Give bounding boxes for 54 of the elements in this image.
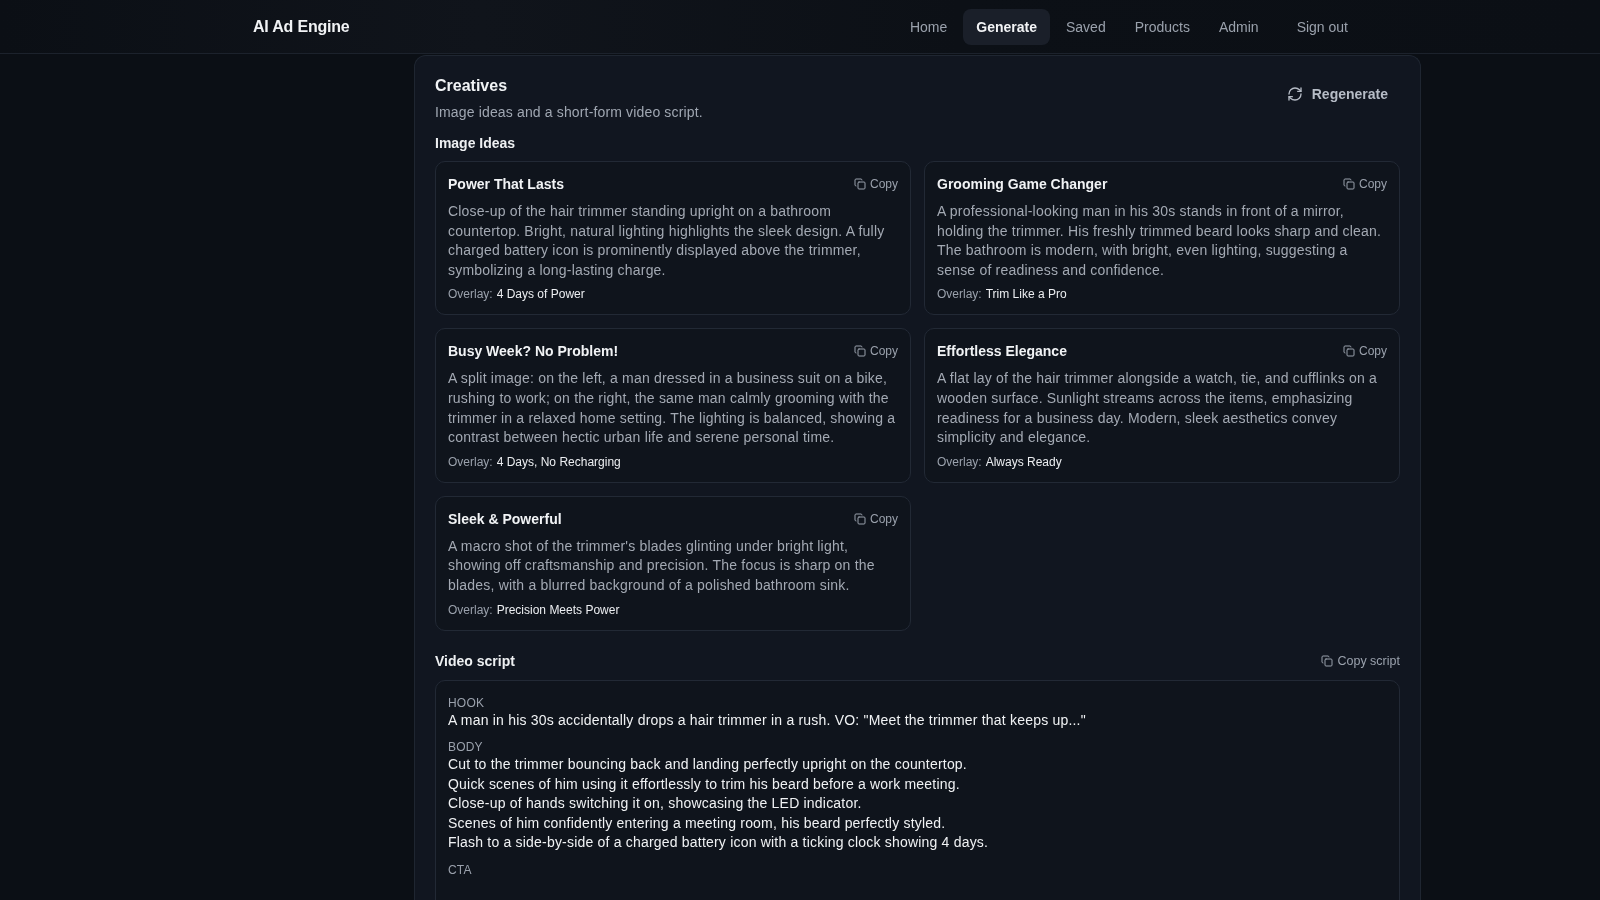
panel-title: Creatives — [435, 76, 509, 96]
idea-description: A split image: on the left, a man dressed in a business suit on a bike, rushing to work; on the right, the same man calmly grooming with the trimmer in a relaxed home setting. The lighting is balanced, showing a contrast between hectic urban life and serene personal time. — [448, 369, 897, 448]
copy-button[interactable]: Copy — [1343, 176, 1387, 192]
overlay-label: Overlay: — [937, 453, 982, 470]
copy-button[interactable]: Copy — [1343, 343, 1387, 360]
script-line: Close-up of hands switching it on, showcasing the LED indicator. — [448, 794, 863, 814]
overlay-label: Overlay: — [448, 286, 493, 303]
nav-link[interactable]: Admin — [1205, 8, 1272, 45]
idea-description: A flat lay of the hair trimmer alongside a watch, tie, and cufflinks on a wooden surface. Sunlight streams across the items, emphasizing readiness for a business day. Modern, sleek aesthetics convey simplicity and elegance. — [937, 369, 1378, 448]
script-line: Scenes of him confidently entering a meeting room, his beard perfectly styled. — [448, 813, 947, 833]
script-section-label: HOOK — [448, 694, 486, 711]
idea-description: A macro shot of the trimmer's blades glinting under bright light, showing off craftsmanship and precision. The focus is sharp on the blades, with a blurred background of a polished bathroom sink. — [448, 536, 876, 595]
copy-icon — [854, 178, 866, 190]
overlay-text: 4 Days, No Recharging — [496, 453, 621, 470]
brand-name: AI Ad Engine — [253, 17, 350, 36]
nav-link[interactable]: Home — [896, 8, 961, 45]
copy-button[interactable]: Copy — [854, 343, 898, 360]
idea-title: Sleek & Powerful — [448, 509, 562, 529]
script-line: A man in his 30s accidentally drops a hair trimmer in a rush. VO: "Meet the trimmer that keeps up..." — [448, 710, 1087, 730]
refresh-icon — [1286, 86, 1303, 102]
idea-description: A professional-looking man in his 30s stands in front of a mirror, holding the trimmer. His freshly trimmed beard looks sharp and clean. The bathroom is modern, with bright, even lighting, suggesting a sense of readiness and confidence. — [937, 202, 1383, 280]
idea-title: Effortless Elegance — [937, 342, 1067, 362]
idea-title: Power That Lasts — [448, 175, 564, 194]
overlay-text: 4 Days of Power — [496, 286, 585, 303]
section-heading: Image Ideas — [435, 134, 517, 153]
copy-icon — [1343, 345, 1355, 358]
section-heading: Video script — [435, 651, 515, 671]
idea-title: Grooming Game Changer — [937, 175, 1108, 194]
copy-icon — [1321, 654, 1334, 667]
overlay-text: Always Ready — [985, 453, 1062, 470]
overlay-label: Overlay: — [448, 453, 493, 470]
script-line: Quick scenes of him using it effortlessly to trim his beard before a work meeting. — [448, 774, 961, 794]
nav-link[interactable]: Products — [1121, 8, 1203, 45]
idea-title: Busy Week? No Problem! — [448, 342, 619, 362]
nav-link[interactable]: Generate — [963, 8, 1050, 45]
copy-icon — [1343, 178, 1355, 190]
copy-icon — [854, 345, 866, 358]
nav-link[interactable]: Saved — [1053, 8, 1119, 45]
copy-script-button[interactable]: Copy script — [1321, 652, 1400, 669]
overlay-text: Precision Meets Power — [496, 601, 620, 618]
regenerate-button[interactable]: Regenerate — [1274, 76, 1400, 112]
copy-button[interactable]: Copy — [854, 510, 898, 527]
script-section-label: BODY — [448, 739, 484, 756]
overlay-text: Trim Like a Pro — [985, 286, 1067, 303]
overlay-label: Overlay: — [448, 601, 493, 618]
script-line: Cut to the trimmer bouncing back and landing perfectly upright on the countertop. — [448, 755, 968, 775]
script-line: Flash to a side-by-side of a charged battery icon with a ticking clock showing 4 days. — [448, 833, 990, 853]
copy-icon — [854, 512, 866, 525]
idea-description: Close-up of the hair trimmer standing upright on a bathroom countertop. Bright, natural lighting highlights the sleek design. A fully charged battery icon is prominently displayed above the trimmer, symbolizing a long-lasting charge. — [448, 202, 886, 280]
sign-out-button[interactable]: Sign out — [1284, 8, 1360, 45]
overlay-label: Overlay: — [937, 286, 982, 303]
script-section-label: CTA — [448, 861, 473, 878]
copy-button[interactable]: Copy — [854, 176, 898, 192]
panel-subtitle: Image ideas and a short-form video script. — [435, 103, 703, 122]
